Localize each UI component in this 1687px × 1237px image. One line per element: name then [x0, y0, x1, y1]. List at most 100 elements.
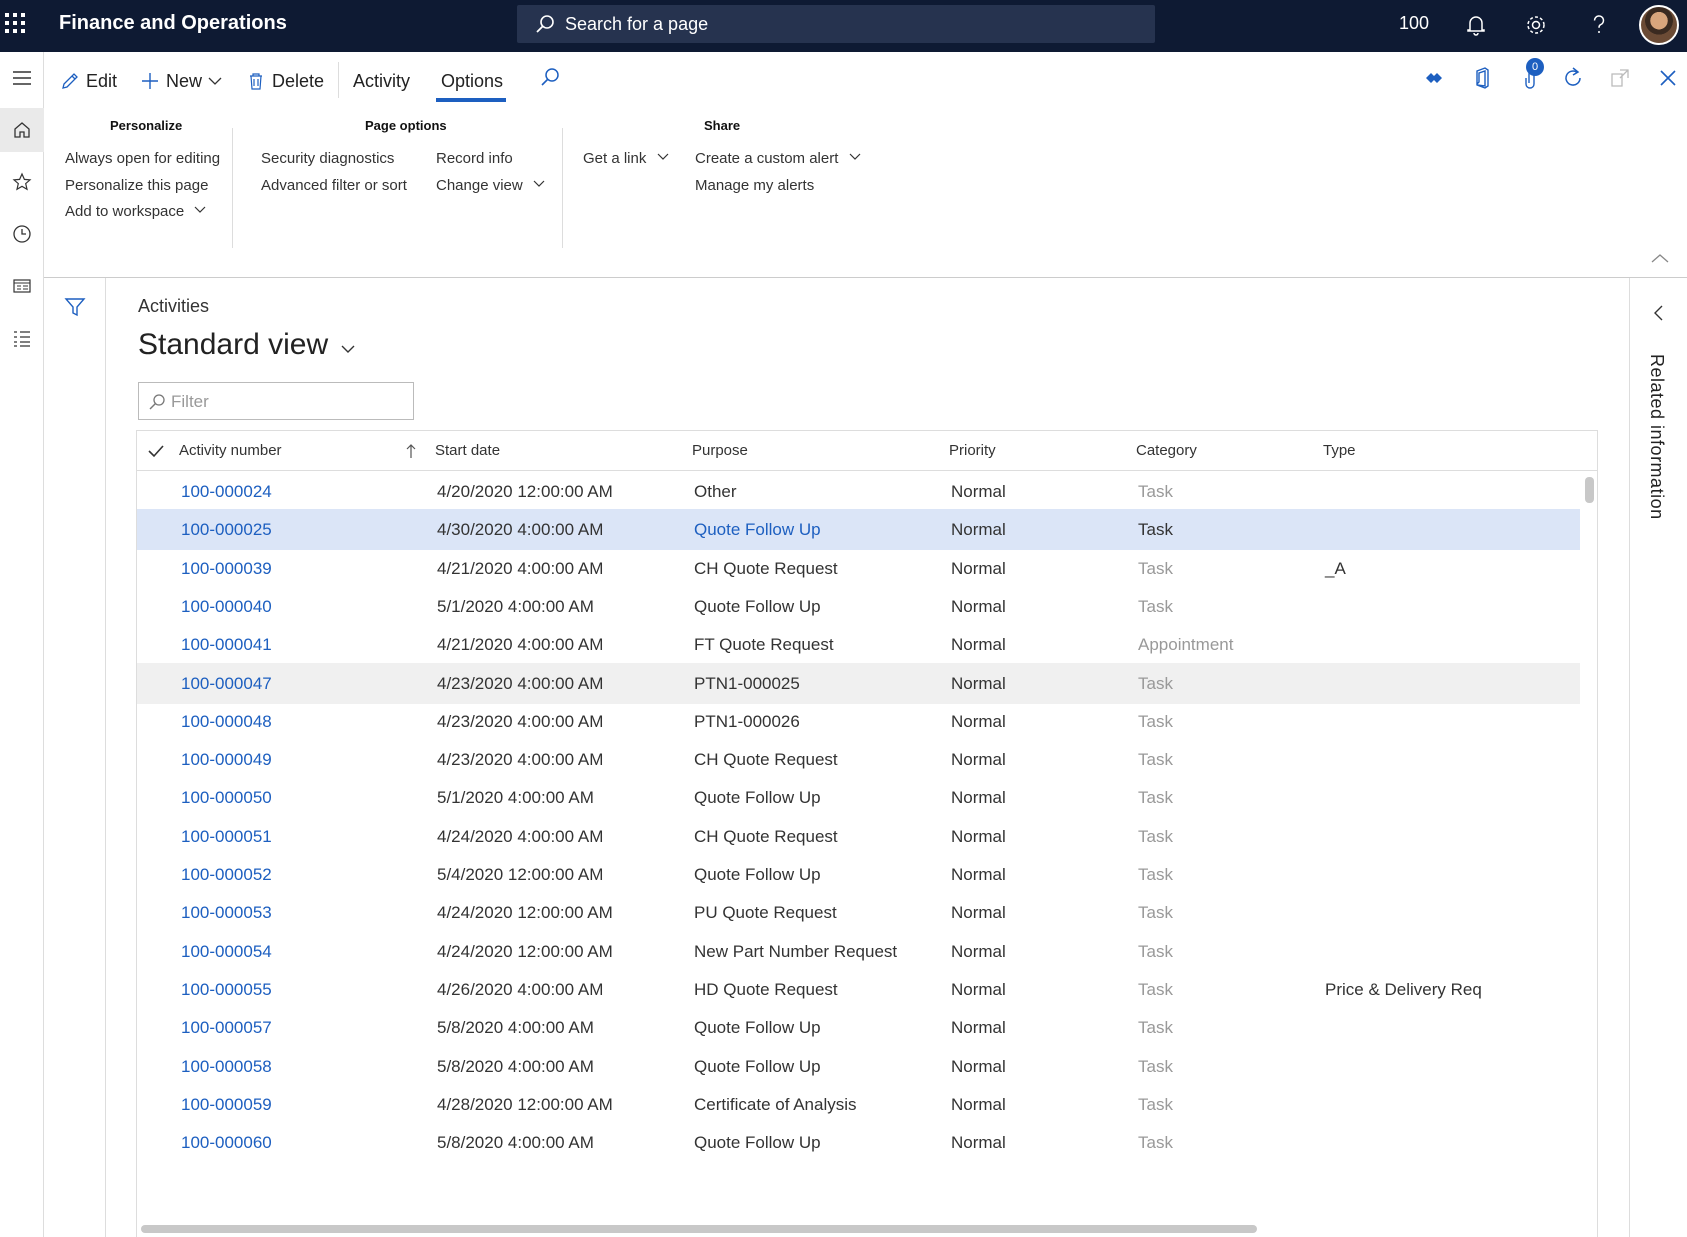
office-icon[interactable] — [1470, 66, 1494, 90]
refresh-icon[interactable] — [1561, 66, 1585, 90]
table-row[interactable]: 100-000047 4/23/2020 4:00:00 AM PTN1-00002… — [137, 662, 1580, 704]
activity-number-link[interactable]: 100-000052 — [181, 865, 272, 885]
activity-number-link[interactable]: 100-000055 — [181, 980, 272, 1000]
home-icon[interactable] — [0, 108, 44, 152]
start-date-cell: 4/24/2020 4:00:00 AM — [437, 826, 604, 846]
tab-options[interactable]: Options — [441, 66, 503, 96]
table-row[interactable]: 100-000050 5/1/2020 4:00:00 AM Quote Follo… — [137, 777, 1580, 818]
power-apps-icon[interactable] — [1422, 66, 1446, 90]
table-row[interactable]: 100-000057 5/8/2020 4:00:00 AM Quote Follo… — [137, 1007, 1580, 1048]
table-row[interactable]: 100-000041 4/21/2020 4:00:00 AM FT Quote R… — [137, 624, 1580, 665]
table-row[interactable]: 100-000048 4/23/2020 4:00:00 AM PTN1-00002… — [137, 701, 1580, 742]
view-selector[interactable]: Standard view — [138, 328, 356, 362]
create-custom-alert-button[interactable]: Create a custom alert — [695, 150, 861, 167]
filter-funnel-icon[interactable] — [64, 296, 86, 318]
table-row[interactable]: 100-000025 4/30/2020 4:00:00 AM Quote Foll… — [137, 509, 1580, 551]
activity-number-link[interactable]: 100-000048 — [181, 712, 272, 732]
purpose-cell: HD Quote Request — [694, 979, 838, 999]
get-a-link-button[interactable]: Get a link — [583, 150, 669, 167]
sort-ascending-arrow-icon[interactable] — [405, 443, 417, 459]
recent-clock-icon[interactable] — [0, 212, 44, 256]
activity-number-link[interactable]: 100-000051 — [181, 827, 272, 847]
table-row[interactable]: 100-000052 5/4/2020 12:00:00 AM Quote Foll… — [137, 854, 1580, 895]
edit-button[interactable]: Edit — [60, 66, 117, 96]
table-row[interactable]: 100-000039 4/21/2020 4:00:00 AM CH Quote R… — [137, 548, 1580, 589]
advanced-filter-button[interactable]: Advanced filter or sort — [261, 177, 407, 194]
activity-number-link[interactable]: 100-000047 — [181, 674, 272, 694]
user-avatar[interactable] — [1639, 5, 1679, 45]
personalize-this-page-button[interactable]: Personalize this page — [65, 177, 208, 194]
scrollbar-thumb[interactable] — [1585, 477, 1594, 503]
gear-icon[interactable] — [1521, 10, 1551, 40]
activity-number-link[interactable]: 100-000024 — [181, 482, 272, 502]
activity-number-link[interactable]: 100-000060 — [181, 1133, 272, 1153]
record-info-button[interactable]: Record info — [436, 150, 513, 167]
workspaces-icon[interactable] — [0, 264, 44, 308]
related-information-pane[interactable]: Related information — [1629, 278, 1687, 1237]
always-open-for-editing-button[interactable]: Always open for editing — [65, 150, 220, 167]
category-cell: Task — [1138, 941, 1173, 961]
activity-number-link[interactable]: 100-000057 — [181, 1018, 272, 1038]
priority-cell: Normal — [951, 788, 1006, 808]
change-view-button[interactable]: Change view — [436, 177, 545, 194]
activity-number-link[interactable]: 100-000050 — [181, 788, 272, 808]
start-date-cell: 5/8/2020 4:00:00 AM — [437, 1018, 594, 1038]
priority-cell: Normal — [951, 941, 1006, 961]
activity-number-link[interactable]: 100-000049 — [181, 750, 272, 770]
table-row[interactable]: 100-000059 4/28/2020 12:00:00 AM Certifica… — [137, 1084, 1580, 1125]
app-title[interactable]: Finance and Operations — [59, 12, 287, 35]
collapse-action-pane-icon[interactable] — [1650, 252, 1670, 264]
security-diagnostics-button[interactable]: Security diagnostics — [261, 150, 394, 167]
open-in-new-window-icon[interactable] — [1608, 66, 1632, 90]
column-header-purpose[interactable]: Purpose — [692, 442, 748, 459]
table-row[interactable]: 100-000051 4/24/2020 4:00:00 AM CH Quote R… — [137, 816, 1580, 857]
scrollbar-thumb[interactable] — [141, 1225, 1257, 1233]
company-picker[interactable]: 100 — [1399, 13, 1429, 34]
activity-number-link[interactable]: 100-000058 — [181, 1057, 272, 1077]
grid-filter-input[interactable]: Filter — [138, 382, 414, 420]
table-row[interactable]: 100-000049 4/23/2020 4:00:00 AM CH Quote R… — [137, 739, 1580, 780]
activity-number-link[interactable]: 100-000039 — [181, 559, 272, 579]
horizontal-scrollbar[interactable] — [137, 1221, 1580, 1235]
table-row[interactable]: 100-000054 4/24/2020 12:00:00 AM New Part … — [137, 931, 1580, 972]
column-header-type[interactable]: Type — [1323, 442, 1356, 459]
modules-list-icon[interactable] — [0, 316, 44, 360]
activity-number-link[interactable]: 100-000054 — [181, 942, 272, 962]
activity-number-link[interactable]: 100-000053 — [181, 903, 272, 923]
purpose-cell: New Part Number Request — [694, 941, 898, 961]
hamburger-menu-icon[interactable] — [0, 56, 44, 100]
purpose-cell: CH Quote Request — [694, 826, 838, 846]
table-row[interactable]: 100-000053 4/24/2020 12:00:00 AM PU Quote … — [137, 892, 1580, 933]
activity-number-link[interactable]: 100-000025 — [181, 520, 272, 540]
table-row[interactable]: 100-000055 4/26/2020 4:00:00 AM HD Quote R… — [137, 969, 1580, 1010]
activity-number-link[interactable]: 100-000041 — [181, 635, 272, 655]
column-header-category[interactable]: Category — [1136, 442, 1197, 459]
group-divider — [562, 128, 563, 248]
vertical-scrollbar[interactable] — [1580, 471, 1597, 1233]
search-input[interactable]: Search for a page — [517, 5, 1155, 43]
tab-activity[interactable]: Activity — [353, 66, 410, 96]
bell-icon[interactable] — [1461, 10, 1491, 40]
new-button[interactable]: New — [140, 66, 228, 96]
column-header-start-date[interactable]: Start date — [435, 442, 500, 459]
table-row[interactable]: 100-000040 5/1/2020 4:00:00 AM Quote Follo… — [137, 586, 1580, 627]
find-search-icon[interactable] — [539, 66, 561, 88]
table-row[interactable]: 100-000058 5/8/2020 4:00:00 AM Quote Follo… — [137, 1046, 1580, 1087]
select-all-checkmark-icon[interactable] — [147, 443, 165, 459]
delete-button[interactable]: Delete — [246, 66, 324, 96]
table-row[interactable]: 100-000060 5/8/2020 4:00:00 AM Quote Follo… — [137, 1122, 1580, 1163]
column-header-activity-number[interactable]: Activity number — [179, 442, 282, 459]
activity-number-link[interactable]: 100-000040 — [181, 597, 272, 617]
category-cell: Task — [1138, 520, 1173, 540]
favorites-star-icon[interactable] — [0, 160, 44, 204]
purpose-cell: Certificate of Analysis — [694, 1094, 857, 1114]
table-row[interactable]: 100-000024 4/20/2020 12:00:00 AM Other Norm… — [137, 471, 1580, 512]
activity-number-link[interactable]: 100-000059 — [181, 1095, 272, 1115]
column-header-priority[interactable]: Priority — [949, 442, 996, 459]
manage-my-alerts-button[interactable]: Manage my alerts — [695, 177, 814, 194]
chevron-left-icon[interactable] — [1652, 304, 1664, 322]
app-launcher-icon[interactable] — [4, 12, 26, 34]
add-to-workspace-button[interactable]: Add to workspace — [65, 203, 206, 220]
help-icon[interactable] — [1584, 10, 1614, 40]
close-icon[interactable] — [1656, 66, 1680, 90]
